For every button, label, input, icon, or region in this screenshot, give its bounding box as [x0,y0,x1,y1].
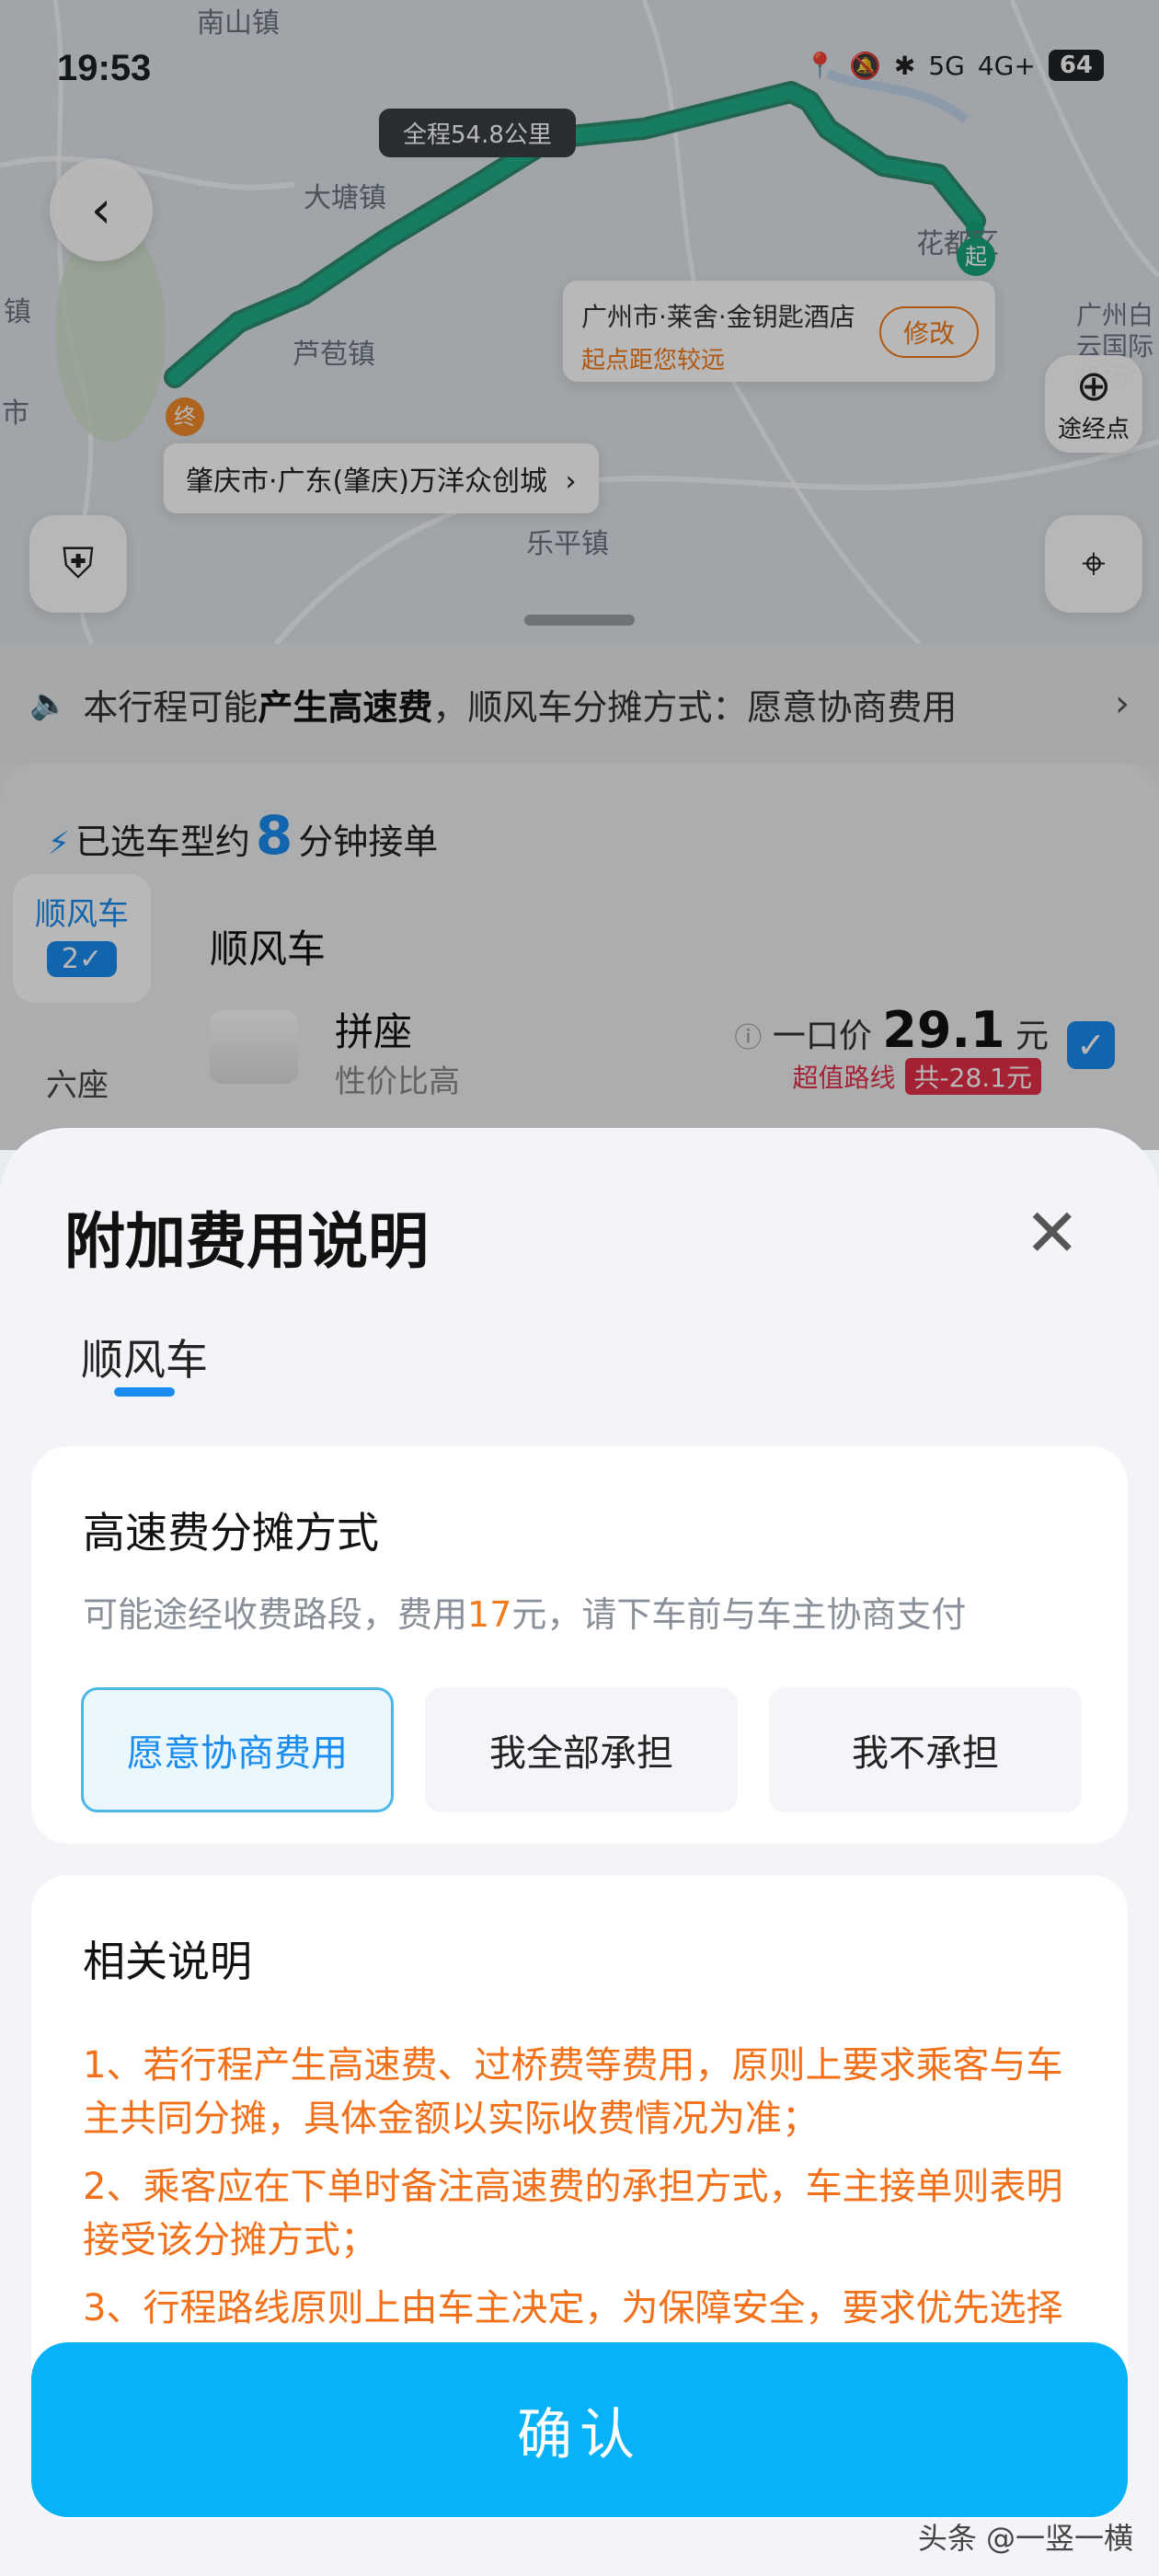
option-negotiate[interactable]: 愿意协商费用 [81,1687,394,1812]
close-icon: ✕ [1024,1194,1080,1271]
option-pay-none[interactable]: 我不承担 [769,1687,1082,1812]
notes-title: 相关说明 [83,1937,252,1986]
modal-overlay[interactable] [0,0,1159,1150]
tab-shunfengche[interactable]: 顺风车 [81,1327,208,1387]
fee-amount: 17 [467,1594,512,1635]
fee-split-desc: 可能途经收费路段，费用17元，请下车前与车主协商支付 [83,1586,966,1637]
note-item: 2、乘客应在下单时备注高速费的承担方式，车主接单则表明接受该分摊方式； [83,2166,1063,2261]
watermark: 头条 @一竖一横 [917,2521,1133,2556]
tab-underline [114,1387,175,1397]
extra-fee-sheet: 附加费用说明 ✕ 顺风车 高速费分摊方式 可能途经收费路段，费用17元，请下车前… [0,1128,1159,2576]
close-button[interactable]: ✕ [1025,1200,1080,1266]
confirm-button[interactable]: 确认 [31,2342,1128,2517]
sheet-title: 附加费用说明 [64,1206,429,1277]
fee-split-card: 高速费分摊方式 可能途经收费路段，费用17元，请下车前与车主协商支付 愿意协商费… [31,1446,1128,1844]
fee-split-options: 愿意协商费用 我全部承担 我不承担 [81,1687,1082,1812]
option-pay-all[interactable]: 我全部承担 [425,1687,738,1812]
fee-desc-suffix: 元，请下车前与车主协商支付 [511,1594,967,1635]
fee-split-title: 高速费分摊方式 [83,1508,379,1558]
fee-desc-prefix: 可能途经收费路段，费用 [83,1594,468,1635]
note-item: 1、若行程产生高速费、过桥费等费用，原则上要求乘客与车主共同分摊，具体金额以实际… [83,2044,1063,2140]
